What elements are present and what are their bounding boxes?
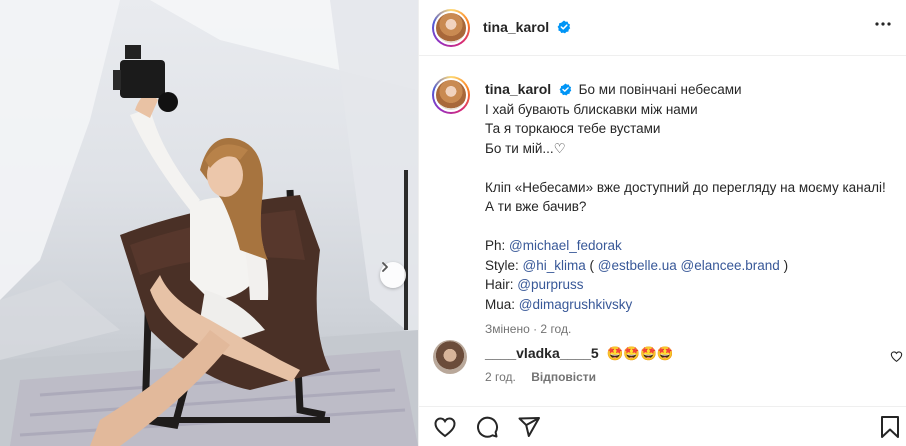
reply-button[interactable]: Відповісти	[531, 370, 596, 384]
credit-label: Hair:	[485, 277, 518, 292]
chevron-right-icon	[382, 262, 388, 272]
comment-text: 🤩🤩🤩🤩	[606, 346, 674, 361]
credit-punctuation: (	[585, 257, 598, 273]
credit-label: Mua:	[485, 296, 519, 312]
comment-meta: 2 год. Відповісти	[485, 370, 596, 384]
credit-hair: Hair: @purpruss	[485, 275, 895, 295]
credit-style: Style: @hi_klima ( @estbelle.ua @elancee…	[485, 256, 895, 276]
credit-mua: Mua: @dimagrushkivsky	[485, 295, 895, 315]
post-photo[interactable]	[0, 0, 418, 446]
comment-item: ____vladka____5 🤩🤩🤩🤩 2 год. Відповісти	[433, 340, 903, 400]
post-details-panel: tina_karol tina_karol Бо ми повінчані не…	[418, 0, 906, 446]
caption-text-line: Кліп «Небесами» вже доступний до перегля…	[485, 179, 886, 195]
verified-badge-icon	[557, 20, 571, 34]
caption-text-line: А ти вже бачив?	[485, 199, 587, 214]
mention-link[interactable]: @estbelle.ua	[598, 258, 677, 273]
mention-link[interactable]: @purpruss	[517, 277, 583, 292]
comment-time: 2 год.	[485, 370, 516, 384]
heart-icon[interactable]	[433, 415, 457, 439]
caption-text-line: І хай бувають блискавки між нами	[485, 101, 698, 117]
photo-illustration	[0, 0, 418, 446]
verified-badge-icon	[559, 83, 572, 96]
comment-icon[interactable]	[475, 415, 499, 439]
credit-photo: Ph: @michael_fedorak	[485, 236, 895, 256]
mention-link[interactable]: @dimagrushkivsky	[519, 297, 632, 312]
bookmark-icon[interactable]	[879, 415, 901, 439]
action-bar	[419, 406, 906, 446]
credit-label: Ph:	[485, 238, 510, 253]
caption-text-line: Бо ти мій...♡	[485, 140, 566, 156]
post-header: tina_karol	[419, 0, 906, 56]
author-avatar[interactable]	[432, 9, 470, 47]
caption-author-avatar[interactable]	[432, 76, 470, 114]
post-caption: tina_karol Бо ми повінчані небесами І ха…	[485, 80, 895, 340]
caption-username[interactable]: tina_karol	[485, 81, 551, 97]
next-photo-button[interactable]	[380, 262, 406, 288]
author-username[interactable]: tina_karol	[483, 19, 549, 35]
credit-punctuation: )	[779, 257, 789, 273]
post-view: tina_karol tina_karol Бо ми повінчані не…	[0, 0, 906, 446]
caption-text-line: Та я торкаюся тебе вустами	[485, 121, 661, 136]
commenter-username[interactable]: ____vladka____5	[485, 345, 599, 361]
mention-link[interactable]: @hi_klima	[523, 258, 586, 273]
more-options-icon[interactable]	[873, 14, 893, 34]
mention-link[interactable]: @michael_fedorak	[509, 238, 622, 253]
heart-icon[interactable]	[890, 350, 903, 363]
comment-body: ____vladka____5 🤩🤩🤩🤩	[485, 345, 674, 362]
mention-link[interactable]: @elancee.brand	[681, 258, 780, 273]
credit-label: Style:	[485, 257, 523, 273]
commenter-avatar[interactable]	[433, 340, 467, 374]
caption-text-line: Бо ми повінчані небесами	[578, 82, 742, 97]
share-icon[interactable]	[517, 415, 541, 439]
caption-line-1: tina_karol Бо ми повінчані небесами	[485, 80, 895, 100]
edited-timestamp: Змінено · 2 год.	[485, 322, 572, 336]
